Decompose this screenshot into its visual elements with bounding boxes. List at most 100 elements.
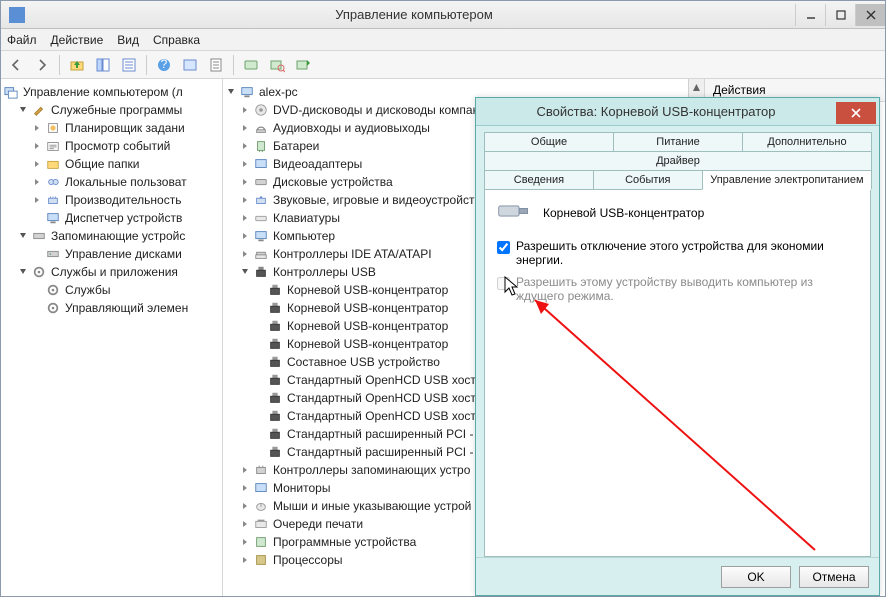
tree-label: Очереди печати <box>271 517 363 531</box>
expand-icon[interactable] <box>239 104 251 116</box>
usb-device-icon <box>267 300 283 316</box>
tree-group-system-tools[interactable]: Служебные программы <box>3 101 220 119</box>
tree-label: Планировщик задани <box>63 121 185 135</box>
dialog-titlebar[interactable]: Свойства: Корневой USB-концентратор <box>476 98 879 126</box>
collapse-icon[interactable] <box>17 104 29 116</box>
category-icon <box>253 480 269 496</box>
tab-details[interactable]: Сведения <box>484 170 594 190</box>
tree-item[interactable]: Общие папки <box>3 155 220 173</box>
tree-item[interactable]: Локальные пользоват <box>3 173 220 191</box>
menubar: Файл Действие Вид Справка <box>1 29 885 51</box>
checkbox-allow-power-off-input[interactable] <box>497 241 510 254</box>
menu-file[interactable]: Файл <box>7 33 37 47</box>
close-button[interactable] <box>855 4 885 26</box>
expand-icon[interactable] <box>239 482 251 494</box>
window-title: Управление компьютером <box>33 7 795 22</box>
show-hide-tree-button[interactable] <box>92 54 114 76</box>
expand-icon[interactable] <box>239 554 251 566</box>
tab-panel: Корневой USB-концентратор Разрешить откл… <box>484 189 871 557</box>
maximize-button[interactable] <box>825 4 855 26</box>
tab-events[interactable]: События <box>593 170 703 190</box>
expand-icon[interactable] <box>31 122 43 134</box>
tree-item[interactable]: Планировщик задани <box>3 119 220 137</box>
tree-item[interactable]: Производительность <box>3 191 220 209</box>
expand-icon[interactable] <box>31 284 43 296</box>
cancel-button[interactable]: Отмена <box>799 566 869 588</box>
titlebar: Управление компьютером <box>1 1 885 29</box>
expand-icon[interactable] <box>239 464 251 476</box>
back-button[interactable] <box>5 54 27 76</box>
expand-icon[interactable] <box>239 500 251 512</box>
tree-label: Корневой USB-концентратор <box>285 319 448 333</box>
dialog-title: Свойства: Корневой USB-концентратор <box>476 104 836 119</box>
expand-icon[interactable] <box>31 194 43 206</box>
expand-icon[interactable] <box>239 266 251 278</box>
expand-icon[interactable] <box>239 158 251 170</box>
tree-label: Управление дисками <box>63 247 182 261</box>
tree-item[interactable]: Управление дисками <box>3 245 220 263</box>
tab-advanced[interactable]: Дополнительно <box>742 132 872 151</box>
collapse-icon[interactable] <box>17 230 29 242</box>
category-icon <box>253 192 269 208</box>
collapse-icon[interactable] <box>225 86 237 98</box>
tree-item[interactable]: Службы <box>3 281 220 299</box>
tree-group-storage[interactable]: Запоминающие устройс <box>3 227 220 245</box>
expand-icon[interactable] <box>239 194 251 206</box>
window-controls <box>795 4 885 26</box>
expand-icon[interactable] <box>239 212 251 224</box>
scan-hardware-button[interactable] <box>266 54 288 76</box>
help-button[interactable]: ? <box>153 54 175 76</box>
dialog-close-button[interactable] <box>836 102 876 124</box>
menu-action[interactable]: Действие <box>51 33 104 47</box>
expand-icon[interactable] <box>31 302 43 314</box>
properties-button[interactable] <box>118 54 140 76</box>
expand-icon[interactable] <box>239 248 251 260</box>
tree-label: Составное USB устройство <box>285 355 440 369</box>
item-icon <box>45 210 61 226</box>
update-driver-button[interactable] <box>292 54 314 76</box>
refresh-button[interactable] <box>179 54 201 76</box>
category-icon <box>253 552 269 568</box>
tab-power[interactable]: Питание <box>613 132 743 151</box>
menu-help[interactable]: Справка <box>153 33 200 47</box>
device-icon-button[interactable] <box>240 54 262 76</box>
scroll-up-button[interactable]: ▲ <box>689 79 704 95</box>
minimize-button[interactable] <box>795 4 825 26</box>
app-icon <box>9 7 25 23</box>
tree-label: Звуковые, игровые и видеоустройст <box>271 193 474 207</box>
ok-button[interactable]: OK <box>721 566 791 588</box>
category-icon <box>253 174 269 190</box>
expand-icon[interactable] <box>31 176 43 188</box>
expand-icon[interactable] <box>31 140 43 152</box>
tab-power-management[interactable]: Управление электропитанием <box>702 170 872 190</box>
expand-icon[interactable] <box>239 122 251 134</box>
menu-view[interactable]: Вид <box>117 33 139 47</box>
expand-icon[interactable] <box>31 158 43 170</box>
tree-item[interactable]: Управляющий элемен <box>3 299 220 317</box>
expand-icon[interactable] <box>31 248 43 260</box>
collapse-icon[interactable] <box>17 266 29 278</box>
tree-label: Общие папки <box>63 157 139 171</box>
expand-icon[interactable] <box>239 176 251 188</box>
item-icon <box>45 192 61 208</box>
export-list-button[interactable] <box>205 54 227 76</box>
up-folder-button[interactable] <box>66 54 88 76</box>
expand-icon[interactable] <box>239 518 251 530</box>
expand-icon[interactable] <box>239 230 251 242</box>
tree-group-services[interactable]: Службы и приложения <box>3 263 220 281</box>
checkbox-allow-power-off[interactable]: Разрешить отключение этого устройства дл… <box>497 239 858 267</box>
tab-general[interactable]: Общие <box>484 132 614 151</box>
item-icon <box>45 282 61 298</box>
tree-item[interactable]: Просмотр событий <box>3 137 220 155</box>
tree-label: Стандартный OpenHCD USB хост- <box>285 391 480 405</box>
dialog-buttons: OK Отмена <box>476 557 879 595</box>
expand-icon[interactable] <box>239 536 251 548</box>
tree-item[interactable]: Диспетчер устройств <box>3 209 220 227</box>
expand-icon[interactable] <box>239 140 251 152</box>
computer-mgmt-icon <box>3 84 19 100</box>
item-icon <box>45 138 61 154</box>
tab-driver[interactable]: Драйвер <box>484 151 872 170</box>
forward-button[interactable] <box>31 54 53 76</box>
tree-root[interactable]: Управление компьютером (л <box>3 83 220 101</box>
expand-icon[interactable] <box>31 212 43 224</box>
